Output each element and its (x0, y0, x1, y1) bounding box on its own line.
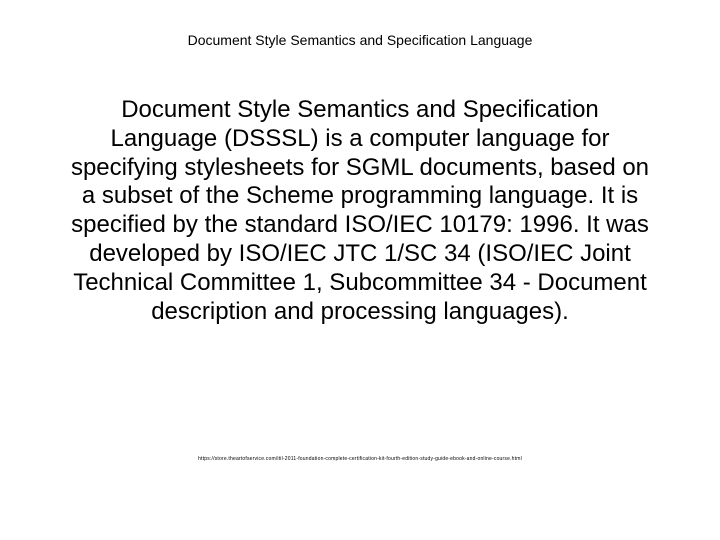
page-header-title: Document Style Semantics and Specificati… (0, 32, 720, 48)
main-paragraph: Document Style Semantics and Specificati… (66, 96, 654, 326)
footer-source-url: https://store.theartofservice.com/itil-2… (0, 456, 720, 462)
